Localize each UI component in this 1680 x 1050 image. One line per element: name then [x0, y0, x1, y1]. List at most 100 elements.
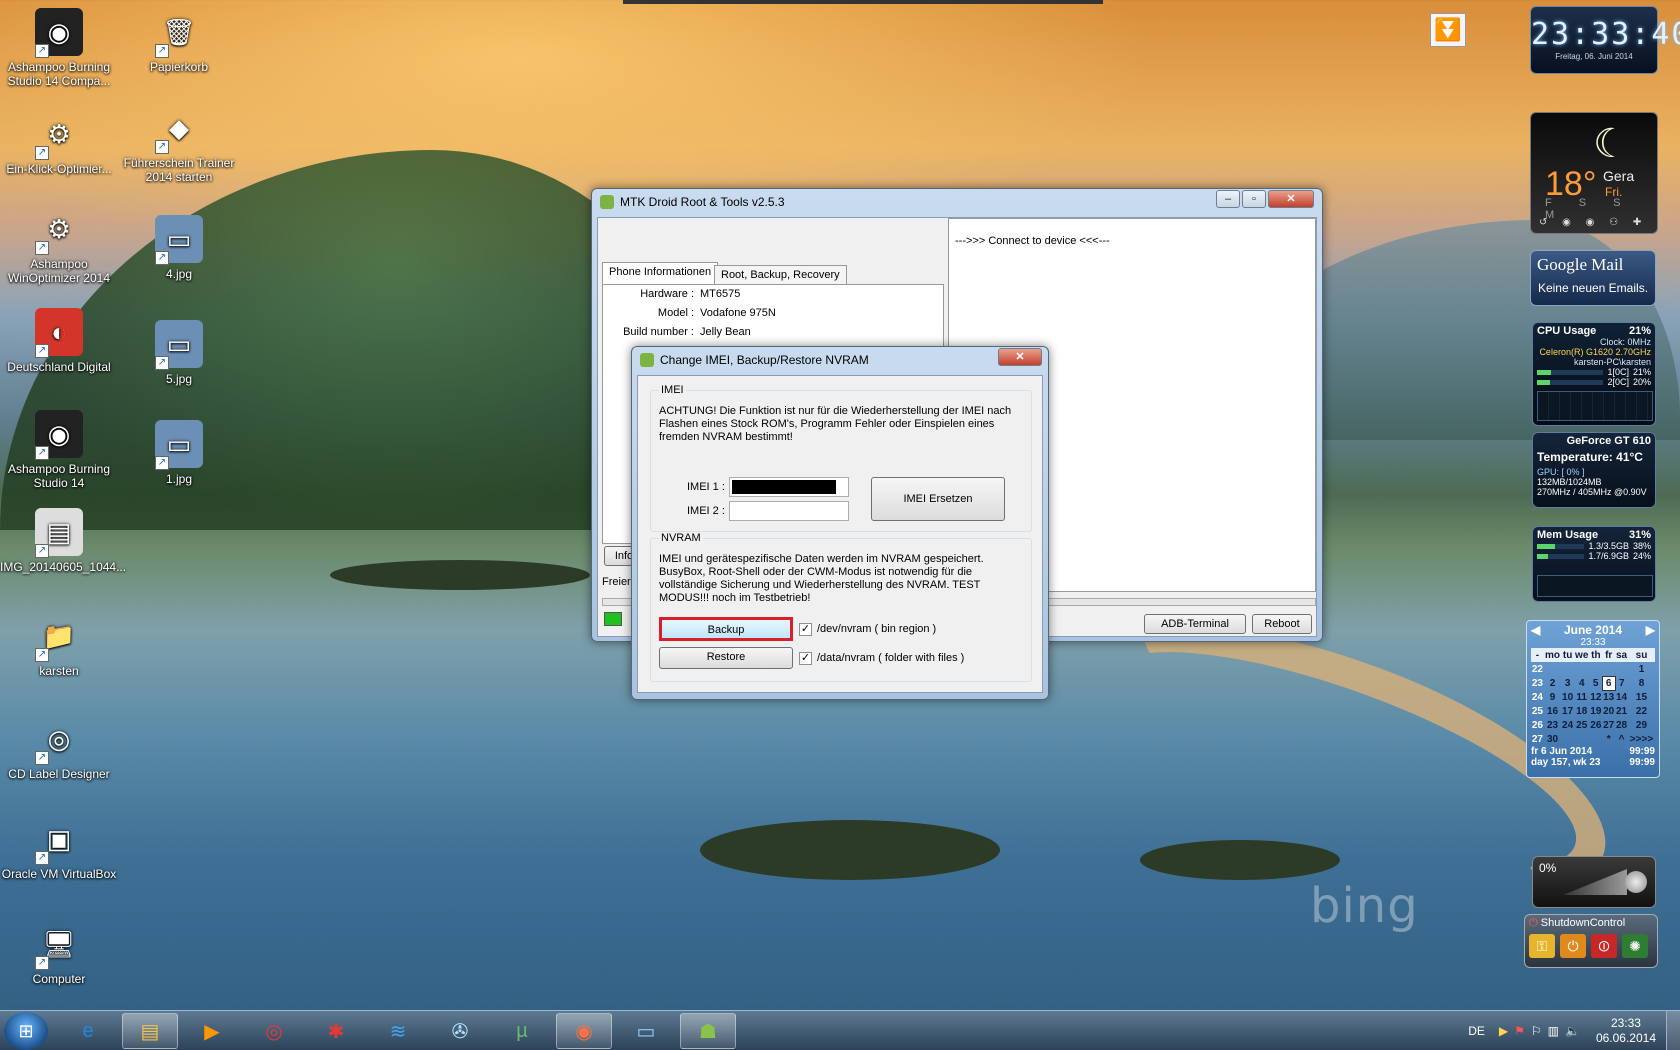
taskbar-app-button[interactable]: e	[60, 1013, 116, 1049]
calendar-day[interactable]: 25	[1574, 718, 1589, 732]
weather-gadget[interactable]: ☾ 18° Gera Fri. F S S M ↺ ◉ ◉ ⚇ ✚	[1530, 112, 1658, 234]
calendar-day[interactable]: 16	[1544, 704, 1561, 718]
calendar-day[interactable]: 6	[1601, 675, 1616, 691]
calendar-day[interactable]: 5	[1589, 676, 1602, 690]
taskbar-app-button[interactable]: ☗	[680, 1013, 736, 1049]
imei-replace-button[interactable]: IMEI Ersetzen	[871, 477, 1005, 521]
calendar-day[interactable]: 14	[1615, 690, 1628, 704]
calendar-day[interactable]: 17	[1561, 704, 1574, 718]
calendar-day[interactable]	[1561, 732, 1574, 746]
gpu-gadget[interactable]: GeForce GT 610 Temperature: 41°C GPU: [ …	[1532, 432, 1656, 508]
calendar-day[interactable]: 11	[1574, 690, 1589, 704]
calendar-day[interactable]: 9	[1544, 690, 1561, 704]
calendar-prev-icon[interactable]: ◀	[1531, 623, 1540, 637]
logoff-icon[interactable]: ⏻	[1560, 934, 1586, 958]
taskbar-app-button[interactable]: ≋	[370, 1013, 426, 1049]
taskbar-app-button[interactable]: ▤	[122, 1013, 178, 1049]
desktop-icon[interactable]: ◎ ↗ CD Label Designer	[0, 715, 118, 781]
calendar-day[interactable]	[1615, 662, 1628, 676]
dialog-close-button[interactable]: ✕	[998, 348, 1042, 366]
imei2-input[interactable]	[729, 501, 849, 521]
minimize-button[interactable]: –	[1216, 190, 1240, 208]
shutdown-icon[interactable]: ⏼	[1591, 934, 1617, 958]
calendar-day[interactable]: 13	[1602, 690, 1615, 704]
mem-usage-gadget[interactable]: Mem Usage 31% 1.3/3.5GB 38% 1.7/6.9GB 24%	[1532, 526, 1656, 602]
taskbar-app-button[interactable]: ▭	[618, 1013, 674, 1049]
calendar-day[interactable]: ^	[1615, 732, 1628, 746]
calendar-day[interactable]: 28	[1615, 718, 1628, 732]
close-button[interactable]: ✕	[1268, 190, 1314, 208]
calendar-day[interactable]: 7	[1615, 676, 1628, 690]
calendar-day[interactable]: 10	[1561, 690, 1574, 704]
desktop-icon[interactable]: ◆ ↗ Führerschein Trainer 2014 starten	[120, 104, 238, 184]
calendar-day[interactable]: 27	[1602, 718, 1615, 732]
lock-key-icon[interactable]: ⚿	[1529, 934, 1555, 958]
calendar-day[interactable]	[1602, 662, 1615, 676]
volume-knob-icon[interactable]	[1625, 871, 1647, 893]
calendar-day[interactable]	[1544, 662, 1561, 676]
calendar-day[interactable]: 15	[1628, 690, 1655, 704]
calendar-day[interactable]: 30	[1544, 732, 1561, 746]
download-arrow-icon[interactable]: ⏬	[1430, 13, 1466, 47]
imei1-input[interactable]	[729, 477, 849, 497]
calendar-day[interactable]	[1561, 662, 1574, 676]
volume-gadget[interactable]: 0%	[1532, 856, 1656, 908]
taskbar-app-button[interactable]: µ	[494, 1013, 550, 1049]
imei-title-bar[interactable]: Change IMEI, Backup/Restore NVRAM	[632, 347, 1048, 373]
calendar-day[interactable]: 2	[1544, 676, 1561, 690]
desktop-icon[interactable]: ◉ ↗ Ashampoo Burning Studio 14	[0, 410, 118, 490]
calendar-day[interactable]: 18	[1574, 704, 1589, 718]
calendar-day[interactable]	[1589, 662, 1602, 676]
adb-terminal-button[interactable]: ADB-Terminal	[1144, 614, 1246, 634]
clock-gadget[interactable]: 23:33:40 Freitag, 06. Juni 2014	[1530, 6, 1680, 74]
desktop-icon[interactable]: 🗑 ↗ Papierkorb	[120, 8, 238, 74]
calendar-day[interactable]: 19	[1589, 704, 1602, 718]
start-button[interactable]: ⊞	[4, 1012, 48, 1050]
maximize-button[interactable]: ▫	[1242, 190, 1266, 208]
desktop-icon[interactable]: ▭ ↗ 4.jpg	[120, 215, 238, 281]
tray-app-icon[interactable]: ▶	[1499, 1024, 1508, 1038]
tray-antivirus-icon[interactable]: ⚑	[1514, 1024, 1525, 1038]
tray-volume-icon[interactable]: 🔈	[1565, 1024, 1580, 1038]
desktop-icon[interactable]: ▤ ↗ IMG_20140605_1044...	[0, 508, 126, 574]
language-indicator[interactable]: DE	[1468, 1024, 1485, 1038]
calendar-day[interactable]: >>>>	[1628, 732, 1655, 746]
taskbar-app-button[interactable]: ◎	[246, 1013, 302, 1049]
desktop-icon[interactable]: ◉ ↗ Ashampoo Burning Studio 14 Compa...	[0, 8, 118, 88]
desktop-icon[interactable]: ▭ ↗ 5.jpg	[120, 320, 238, 386]
cpu-usage-gadget[interactable]: CPU Usage 21% Clock: 0MHz Celeron(R) G162…	[1532, 322, 1656, 426]
tray-flag-icon[interactable]: ⚐	[1531, 1024, 1542, 1038]
tab-root-backup-recovery[interactable]: Root, Backup, Recovery	[714, 265, 847, 285]
backup-button[interactable]: Backup	[659, 617, 793, 641]
calendar-day[interactable]: 24	[1561, 718, 1574, 732]
calendar-day[interactable]: 3	[1561, 676, 1574, 690]
calendar-day[interactable]: 26	[1589, 718, 1602, 732]
calendar-next-icon[interactable]: ▶	[1646, 623, 1655, 637]
taskbar-app-button[interactable]: ✇	[432, 1013, 488, 1049]
desktop-icon[interactable]: ▭ ↗ 1.jpg	[120, 420, 238, 486]
volume-slider[interactable]	[1563, 869, 1627, 895]
calendar-day[interactable]: 29	[1628, 718, 1655, 732]
calendar-day[interactable]	[1574, 732, 1589, 746]
mtk-title-bar[interactable]: MTK Droid Root & Tools v2.5.3	[592, 189, 1322, 215]
taskbar-app-button[interactable]: ◉	[556, 1013, 612, 1049]
desktop-icon[interactable]: ◐ ↗ Deutschland Digital	[0, 308, 118, 374]
desktop-icon[interactable]: ⚙ ↗ Ein-Klick-Optimier...	[0, 110, 118, 176]
desktop-icon[interactable]: ⚙ ↗ Ashampoo WinOptimizer 2014	[0, 205, 118, 285]
shutdown-control-gadget[interactable]: ⏻ ShutdownControl ⚿ ⏻ ⏼ ✺	[1524, 914, 1658, 968]
restart-icon[interactable]: ✺	[1622, 934, 1648, 958]
weather-controls[interactable]: ↺ ◉ ◉ ⚇ ✚	[1539, 217, 1647, 228]
imei-dialog[interactable]: Change IMEI, Backup/Restore NVRAM ✕ IMEI…	[631, 346, 1049, 700]
gmail-gadget[interactable]: Google Mail Keine neuen Emails.	[1530, 250, 1656, 306]
tab-phone-info[interactable]: Phone Informationen	[602, 262, 719, 284]
calendar-day[interactable]: 22	[1628, 704, 1655, 718]
desktop-icon[interactable]: ▣ ↗ Oracle VM VirtualBox	[0, 815, 118, 881]
data-nvram-checkbox[interactable]: ✓	[799, 652, 812, 665]
show-desktop-button[interactable]	[1666, 1011, 1680, 1050]
calendar-gadget[interactable]: ◀ June 2014 ▶ 23:33 - mo tu we th fr sa su 22 1 23 2 3…	[1526, 620, 1660, 778]
taskbar-clock[interactable]: 23:33 06.06.2014	[1596, 1016, 1656, 1046]
taskbar-app-button[interactable]: ▶	[184, 1013, 240, 1049]
calendar-day[interactable]: 8	[1628, 676, 1655, 690]
calendar-day[interactable]: 21	[1615, 704, 1628, 718]
calendar-day[interactable]: 23	[1544, 718, 1561, 732]
